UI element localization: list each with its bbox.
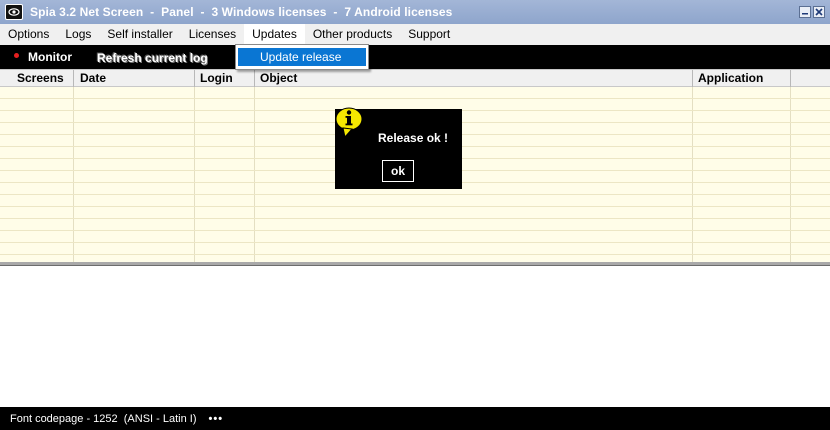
- info-icon: [335, 107, 363, 138]
- app-eye-icon: [5, 4, 23, 20]
- monitor-button[interactable]: Monitor: [28, 50, 72, 64]
- menu-item-update-release[interactable]: Update release: [238, 48, 366, 66]
- menu-logs[interactable]: Logs: [57, 24, 99, 45]
- status-more-button[interactable]: •••: [209, 413, 224, 425]
- minimize-icon: [802, 13, 808, 15]
- toolbar: Monitor Refresh current log: [0, 45, 830, 69]
- menu-updates[interactable]: Updates: [244, 24, 305, 45]
- column-date[interactable]: Date: [74, 70, 195, 87]
- menu-support[interactable]: Support: [400, 24, 458, 45]
- updates-dropdown: Update release: [235, 44, 369, 70]
- monitor-status-icon: [14, 53, 19, 58]
- dialog-message: Release ok !: [378, 131, 449, 145]
- menu-other-products[interactable]: Other products: [305, 24, 400, 45]
- close-icon: [815, 8, 823, 16]
- menu-options[interactable]: Options: [0, 24, 57, 45]
- column-object[interactable]: Object: [255, 70, 693, 87]
- column-login[interactable]: Login: [195, 70, 255, 87]
- window-title: Spia 3.2 Net Screen - Panel - 3 Windows …: [30, 5, 453, 19]
- log-table-header: Screens Date Login Object Application: [0, 69, 830, 87]
- menu-licenses[interactable]: Licenses: [181, 24, 244, 45]
- release-dialog: Release ok ! ok: [335, 107, 462, 189]
- refresh-log-button[interactable]: Refresh current log: [97, 51, 208, 65]
- status-codepage: Font codepage - 1252 (ANSI - Latin I): [10, 412, 197, 425]
- column-screens[interactable]: Screens: [0, 70, 74, 87]
- column-application[interactable]: Application: [693, 70, 791, 87]
- ok-button[interactable]: ok: [382, 160, 414, 182]
- title-bar: Spia 3.2 Net Screen - Panel - 3 Windows …: [0, 0, 830, 24]
- minimize-button[interactable]: [799, 6, 811, 18]
- menu-bar: Options Logs Self installer Licenses Upd…: [0, 24, 830, 45]
- close-button[interactable]: [813, 6, 825, 18]
- menu-self-installer[interactable]: Self installer: [99, 24, 180, 45]
- detail-pane[interactable]: [0, 266, 830, 407]
- status-bar: Font codepage - 1252 (ANSI - Latin I) ••…: [0, 407, 830, 430]
